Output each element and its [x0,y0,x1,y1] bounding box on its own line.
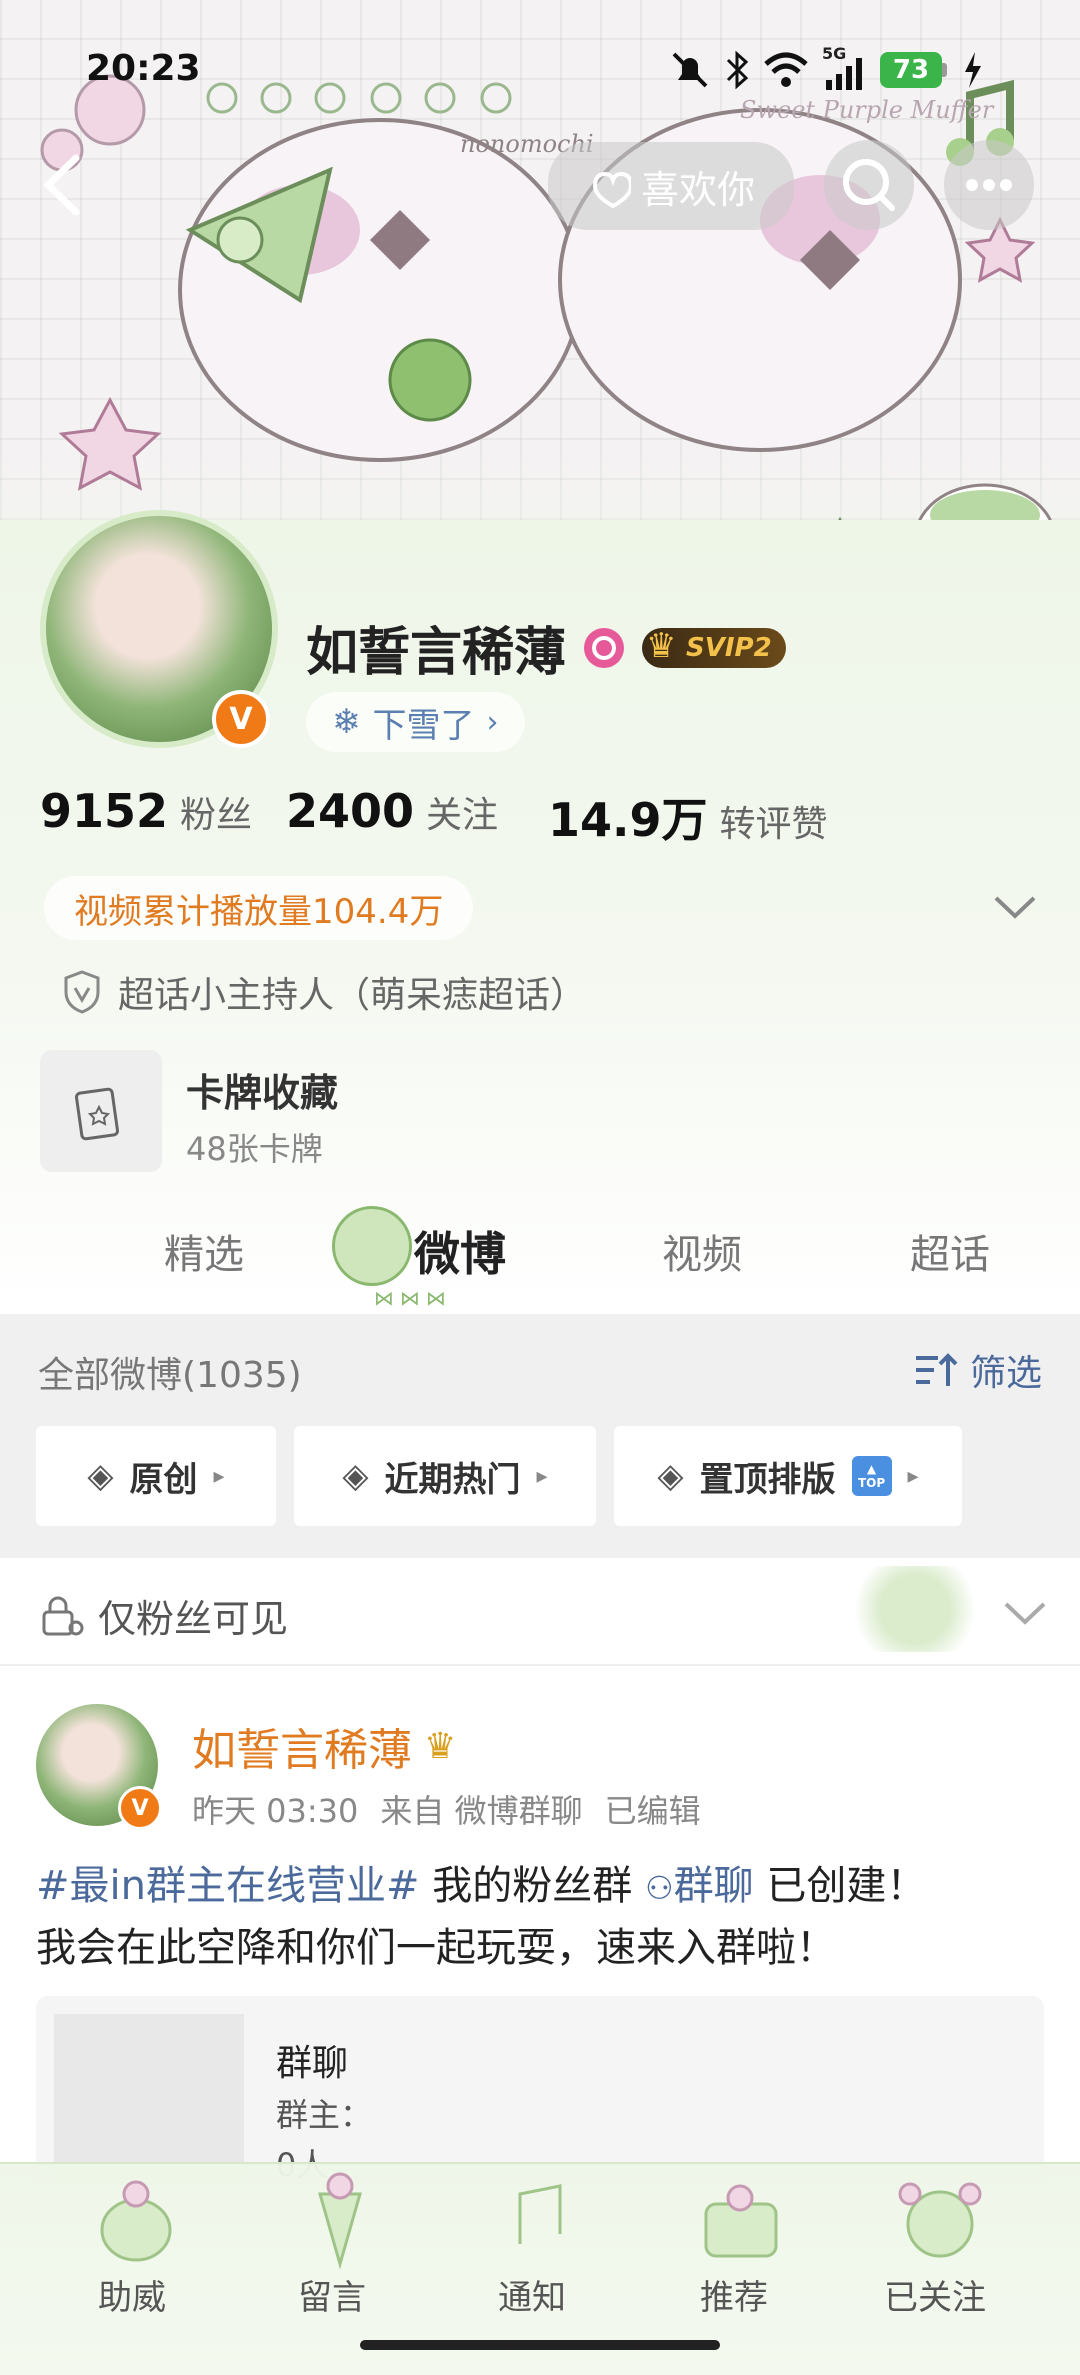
filter-button-label: 原创 [129,1459,198,1500]
chevron-down-icon[interactable] [1000,1596,1050,1632]
stat-followers[interactable]: 9152 粉丝 [40,784,252,838]
back-chevron-icon[interactable] [38,150,88,220]
top-arrow-icon: ▲ TOP [851,1456,892,1496]
post-author[interactable]: 如誓言稀薄 [192,1714,412,1778]
svip-badge[interactable]: ♛ SVIP2 [642,625,786,668]
shield-icon [64,970,100,1014]
filter-button-label: 近期热门 [384,1459,521,1500]
verified-icon: V [212,690,270,748]
tab-super-topic[interactable]: 超话 [910,1222,990,1280]
card-collection-title[interactable]: 卡牌收藏 [186,1062,338,1117]
stat-value: 2400 [286,784,415,838]
group-chat-icon: ⚇ [644,1869,674,1907]
banner-text-right: Sweet Purple Muffer [740,96,995,124]
female-icon [584,627,625,668]
layers-icon: ◈ [87,1456,114,1496]
super-topic-role[interactable]: 超话小主持人（萌呆痣超话） [62,966,586,1018]
nav-following[interactable]: 已关注 [884,2270,986,2319]
post-source[interactable]: 来自 微博群聊 [380,1786,582,1832]
post-text: 我的粉丝群 [419,1863,645,1909]
charging-icon [965,52,981,88]
stat-value: 14.9万 [548,793,708,847]
card-collection-thumb[interactable] [40,1050,162,1172]
bow-decoration-icon: ⋈⋈⋈ [374,1286,452,1310]
profile-name: 如誓言稀薄 [306,623,567,683]
visibility-label-group: 仅粉丝可见 [38,1588,288,1643]
pin-layout-button[interactable]: ◈ 置顶排版 ▲ TOP ▸ [614,1426,962,1526]
battery-level: 73 [880,52,942,88]
stat-label: 粉丝 [180,795,253,836]
stat-label: 关注 [426,795,499,836]
apple-tab-icon [332,1206,412,1286]
group-link[interactable]: ⚇群聊 [645,1863,754,1909]
nav-notifications[interactable]: 通知 [498,2270,566,2319]
stat-value: 9152 [40,784,169,838]
more-dots-icon [966,179,1012,191]
visibility-label: 仅粉丝可见 [98,1597,289,1641]
caret-right-icon: ▸ [213,1463,225,1489]
post-text: 我会在此空降和你们一起玩耍，速来入群啦！ [36,1925,836,1971]
home-indicator[interactable] [360,2340,720,2350]
status-label: 下雪了 [372,705,475,746]
post-time: 昨天 03:30 [192,1792,359,1830]
crown-icon: ♛ [424,1725,457,1767]
chevron-down-icon[interactable] [990,890,1040,926]
status-chip[interactable]: ❄ 下雪了 › [306,692,525,752]
caret-right-icon: ▸ [536,1463,548,1489]
card-collection-subtitle: 48张卡牌 [186,1130,323,1168]
caret-right-icon: ▸ [907,1463,919,1489]
post-hashtag[interactable]: #最in群主在线营业# [36,1863,420,1909]
crown-icon: ♛ [646,625,677,666]
feed-count-label: 全部微博(1035) [38,1355,302,1396]
layers-icon: ◈ [342,1456,369,1496]
battery-icon: 73 [880,52,947,88]
post-text: 已创建！ [753,1863,927,1909]
filter-label: 筛选 [970,1353,1043,1394]
post-body: #最in群主在线营业# 我的粉丝群 ⚇群聊 已创建！ 我会在此空降和你们一起玩耍… [36,1856,1046,1978]
nav-cheer[interactable]: 助威 [98,2270,166,2319]
group-link-label: 群聊 [673,1863,754,1909]
snowflake-icon: ❄ [332,702,361,742]
card-icon [74,1087,120,1141]
svip-label: SVIP2 [686,632,772,663]
group-card-thumb [54,2014,244,2186]
original-button[interactable]: ◈ 原创 ▸ [36,1426,276,1526]
tab-weibo[interactable]: 微博 [414,1218,506,1284]
tab-video[interactable]: 视频 [662,1222,742,1280]
mute-bell-icon [672,52,708,88]
filter-button-label: 置顶排版 [699,1459,836,1500]
super-topic-label: 超话小主持人（萌呆痣超话） [118,975,587,1016]
signal-icon: 5G [822,44,866,90]
video-stat-chip[interactable]: 视频累计播放量104.4万 [44,876,474,940]
status-icons: 5G 73 [670,44,983,90]
recent-hot-button[interactable]: ◈ 近期热门 ▸ [294,1426,596,1526]
nav-recommend[interactable]: 推荐 [700,2270,768,2319]
search-button[interactable] [824,140,914,230]
more-button[interactable] [944,140,1034,230]
verified-icon: V [118,1786,162,1830]
lock-person-icon [42,1596,84,1635]
filter-icon [916,1353,958,1386]
post-meta: 昨天 03:30 来自 微博群聊 已编辑 [192,1786,701,1832]
heart-hand-icon [592,171,631,208]
like-label: 喜欢你 [640,167,755,212]
layers-icon: ◈ [657,1456,684,1496]
video-stat-label: 视频累计播放量104.4万 [74,891,444,932]
group-card-title: 群聊 [276,2043,349,2084]
like-button[interactable]: 喜欢你 [548,142,794,230]
stat-interactions[interactable]: 14.9万 转评赞 [548,784,828,850]
stat-following[interactable]: 2400 关注 [286,784,498,838]
status-time: 20:23 [86,48,201,89]
filter-button[interactable]: 筛选 [912,1344,1042,1396]
bluetooth-icon [726,50,749,90]
search-icon [843,159,895,211]
group-card-owner: 群主： [276,2096,373,2134]
wifi-icon [764,52,808,87]
stat-label: 转评赞 [719,804,828,845]
nav-messages[interactable]: 留言 [298,2270,366,2319]
apple-mascot-decoration [840,1566,990,1652]
chevron-right-icon: › [486,704,499,740]
tab-featured[interactable]: 精选 [164,1222,244,1280]
post-edited: 已编辑 [604,1792,701,1830]
